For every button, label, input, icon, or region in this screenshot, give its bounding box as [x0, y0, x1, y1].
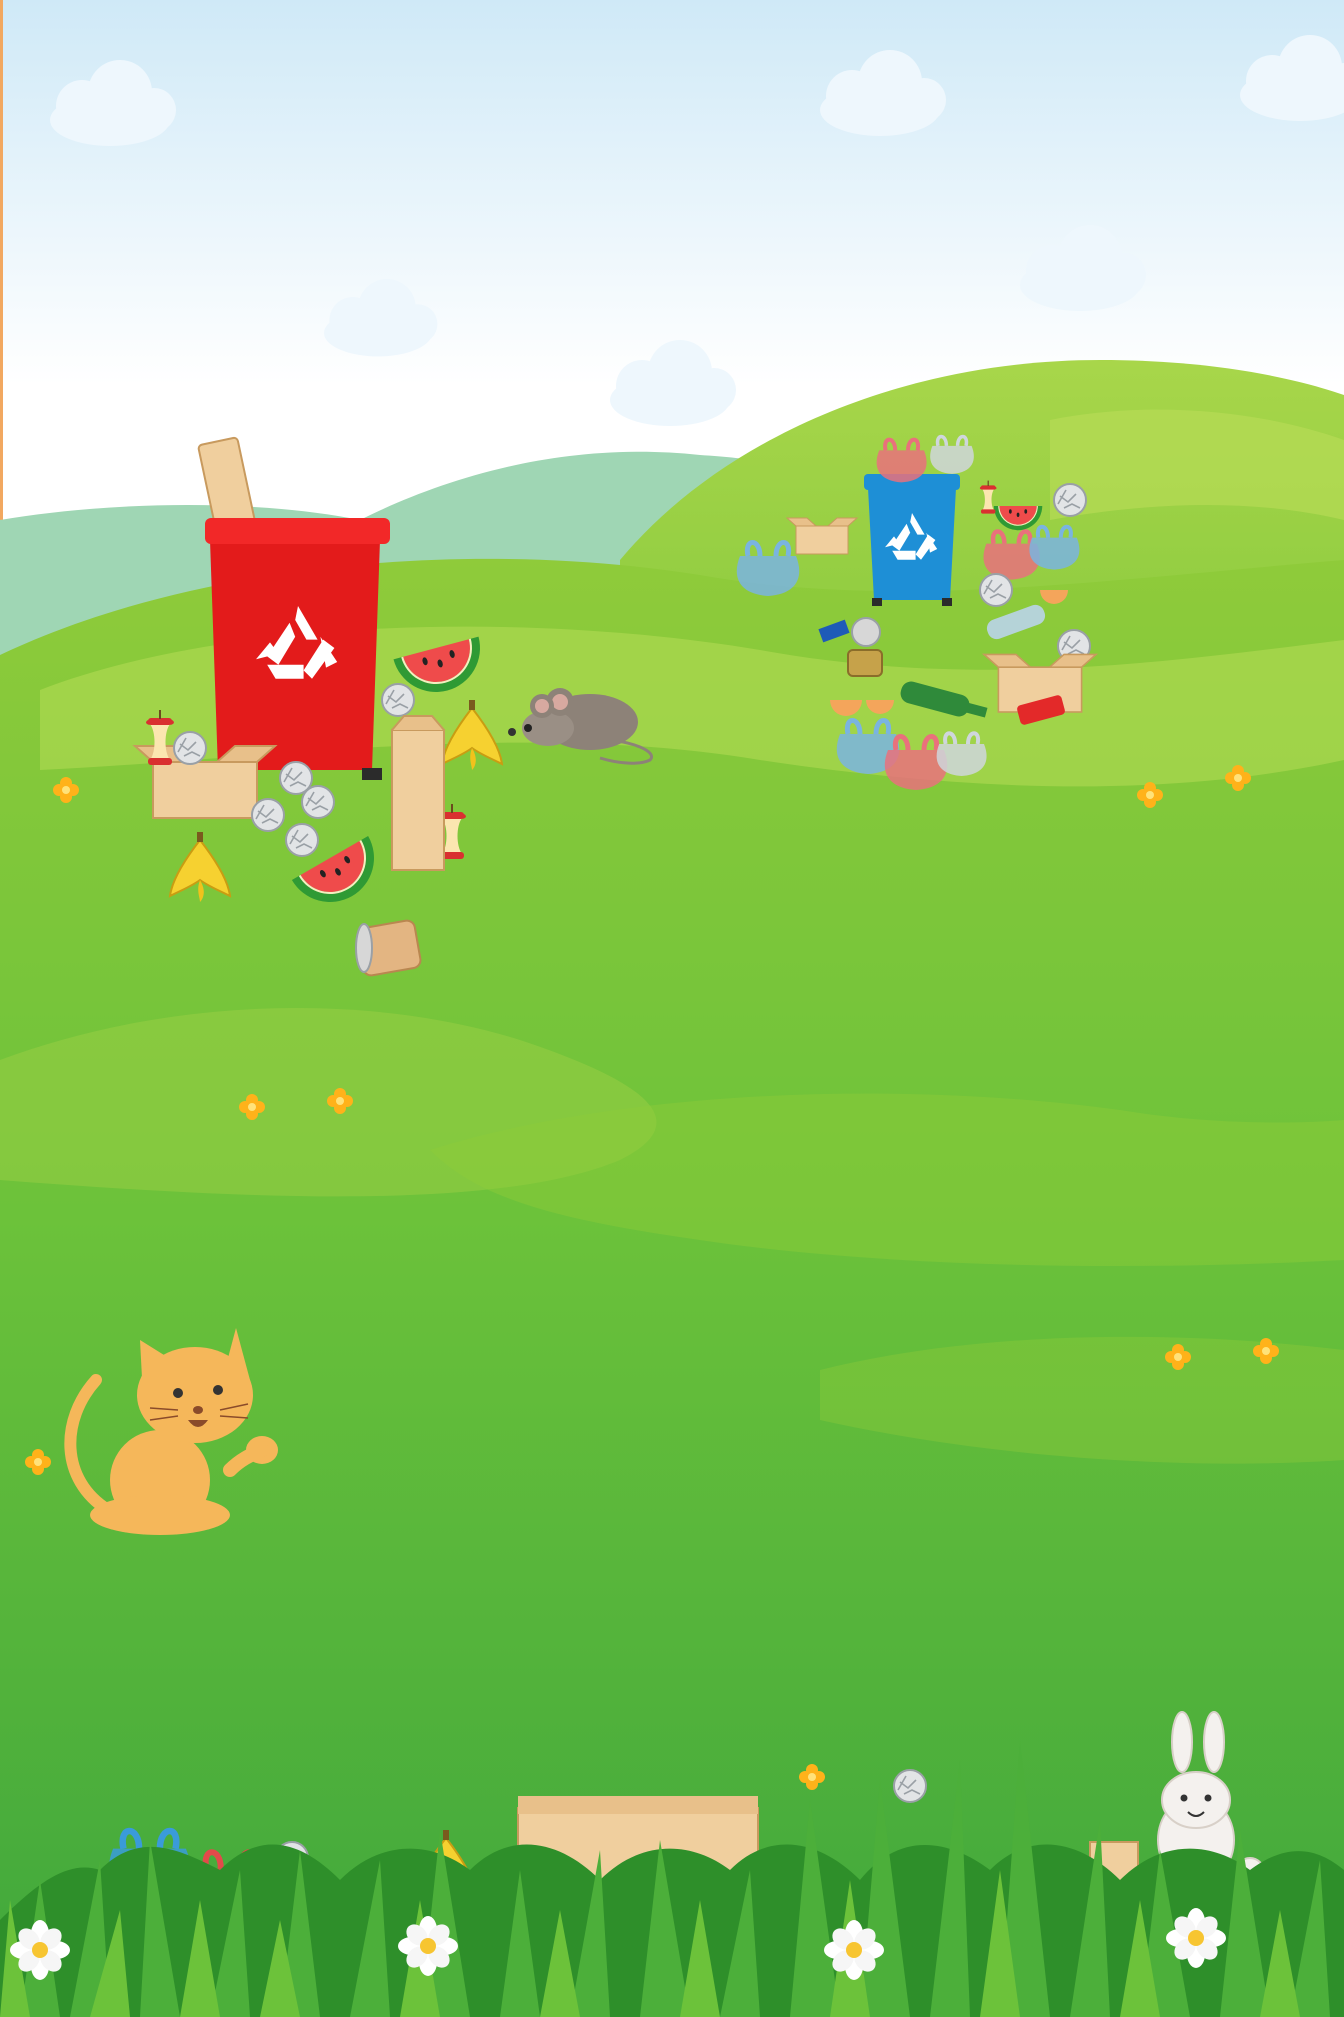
crumpled-paper-icon — [893, 1769, 927, 1803]
crumpled-paper-icon — [381, 683, 415, 717]
crumpled-paper-icon — [979, 573, 1013, 607]
litter-meadow-scene — [0, 0, 1344, 2017]
crumpled-paper-icon — [173, 731, 207, 765]
crumpled-paper-icon — [301, 785, 335, 819]
crumpled-paper-icon — [251, 798, 285, 832]
can-icon — [355, 919, 422, 977]
crumpled-paper-icon — [285, 823, 319, 857]
blue-recycling-bin — [864, 474, 960, 606]
crumpled-paper-icon — [1053, 483, 1087, 517]
paper-bag-icon — [391, 715, 445, 871]
